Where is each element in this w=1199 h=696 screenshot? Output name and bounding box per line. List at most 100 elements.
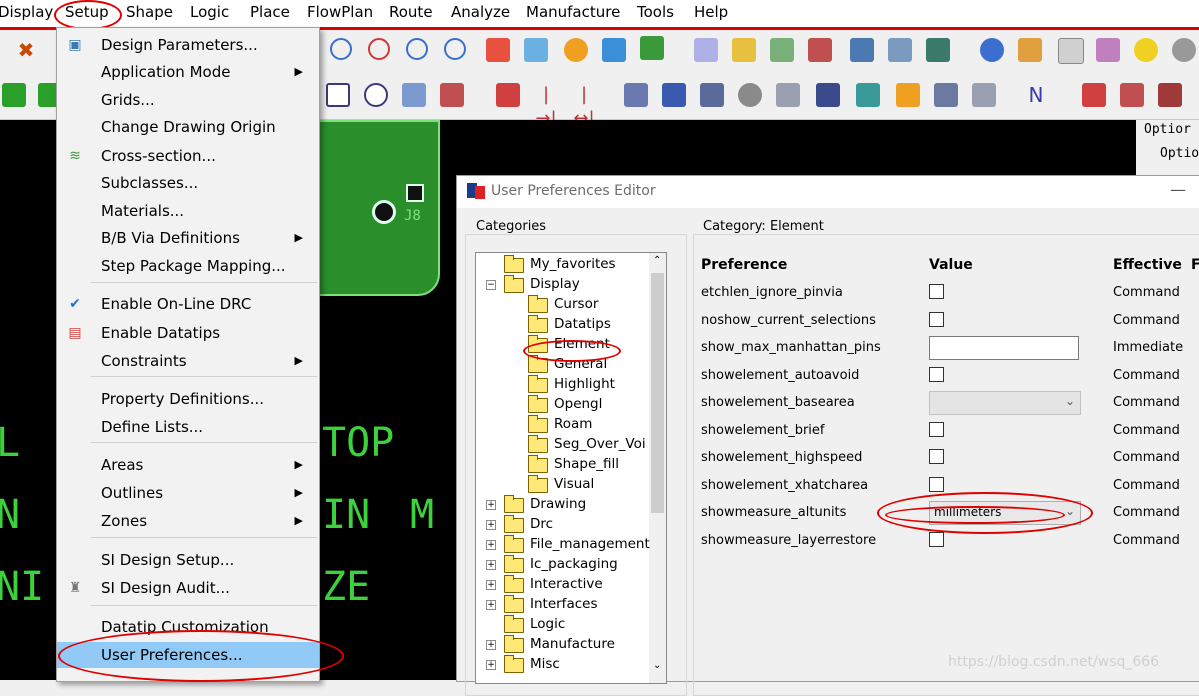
tree-node[interactable]: − Display	[476, 275, 648, 295]
tree-scrollbar[interactable]: ⌃ ⌄	[649, 253, 666, 683]
setup-menu-item[interactable]: Property Definitions...	[57, 386, 319, 412]
menu-place[interactable]: Place	[250, 3, 290, 21]
grid-icon[interactable]	[694, 38, 718, 62]
world-icon[interactable]	[926, 38, 950, 62]
setup-menu-item[interactable]: Datatip Customization	[57, 614, 319, 640]
info-icon[interactable]	[980, 38, 1004, 62]
tree-node[interactable]: Roam	[476, 415, 648, 435]
drill-icon[interactable]	[700, 83, 724, 107]
dehighlight-icon[interactable]	[1172, 38, 1196, 62]
menu-analyze[interactable]: Analyze	[451, 3, 510, 21]
menu-setup[interactable]: Setup	[65, 3, 109, 21]
tree-node[interactable]: + Interactive	[476, 575, 648, 595]
rectangle-shape-icon[interactable]	[326, 83, 350, 107]
matrix-icon[interactable]	[972, 83, 996, 107]
setup-menu-item[interactable]: B/B Via Definitions ▶	[57, 225, 319, 251]
menu-help[interactable]: Help	[694, 3, 728, 21]
tree-node[interactable]: My_favorites	[476, 255, 648, 275]
preference-checkbox[interactable]	[929, 476, 944, 492]
setup-menu-item[interactable]: Subclasses...	[57, 170, 319, 196]
setup-menu-item[interactable]: ▤ Enable Datatips	[57, 320, 319, 346]
rename-refdes-icon[interactable]	[776, 83, 800, 107]
menu-logic[interactable]: Logic	[190, 3, 229, 21]
shadow-icon[interactable]	[770, 38, 794, 62]
shape-merge-icon[interactable]	[440, 83, 464, 107]
show-element-icon[interactable]	[1018, 38, 1042, 62]
doc3-icon[interactable]	[1158, 83, 1182, 107]
preference-combo[interactable]: millimeters ⌄	[929, 501, 1081, 525]
preference-checkbox[interactable]	[929, 284, 944, 299]
measure-icon[interactable]	[1058, 38, 1084, 64]
menu-tools[interactable]: Tools	[637, 3, 674, 21]
dim-linear-icon[interactable]: |→|	[534, 83, 558, 129]
scroll-down-icon[interactable]: ⌄	[653, 660, 661, 671]
dim-span-icon[interactable]: |↔|	[572, 83, 596, 129]
setup-menu-item[interactable]: Change Drawing Origin	[57, 114, 319, 140]
highlight-icon[interactable]	[1134, 38, 1158, 62]
artwork-icon[interactable]	[662, 83, 686, 107]
preference-checkbox[interactable]	[929, 531, 944, 547]
signal-icon[interactable]: N	[1024, 83, 1048, 107]
zoom-in-icon[interactable]	[368, 38, 390, 60]
collapse-icon[interactable]: −	[486, 280, 496, 290]
expand-icon[interactable]: +	[486, 540, 496, 550]
layers-icon[interactable]	[808, 38, 832, 62]
menu-manufacture[interactable]: Manufacture	[526, 3, 620, 21]
setup-menu-item[interactable]: Outlines ▶	[57, 480, 319, 506]
redraw-icon[interactable]	[564, 38, 588, 62]
setup-menu-item[interactable]: Materials...	[57, 198, 319, 224]
gloss-icon[interactable]	[738, 83, 762, 107]
menu-display[interactable]: Display	[0, 3, 53, 21]
report-icon[interactable]	[816, 83, 840, 107]
preference-combo[interactable]: ⌄	[929, 391, 1081, 415]
tree-node[interactable]: + Manufacture	[476, 635, 648, 655]
dfa-icon[interactable]	[888, 38, 912, 62]
cancel-icon[interactable]: ✖	[14, 38, 38, 62]
tree-node[interactable]: + Drc	[476, 515, 648, 535]
setup-menu-item[interactable]: Step Package Mapping...	[57, 253, 319, 279]
tree-node[interactable]: Element	[476, 335, 648, 355]
tree-node[interactable]: Seg_Over_Voi	[476, 435, 648, 455]
tree-node[interactable]: Cursor	[476, 295, 648, 315]
preference-checkbox[interactable]	[929, 311, 944, 327]
tree-node[interactable]: Logic	[476, 615, 648, 635]
setup-menu-item[interactable]: Grids...	[57, 87, 319, 113]
options-tab[interactable]: Optior	[1144, 122, 1191, 137]
expand-icon[interactable]: +	[486, 580, 496, 590]
setup-menu-item[interactable]: Zones ▶	[57, 508, 319, 534]
tree-node[interactable]: Visual	[476, 475, 648, 495]
constraint-manager-icon[interactable]	[850, 38, 874, 62]
scroll-up-icon[interactable]: ⌃	[653, 255, 661, 266]
zoom-fit-icon[interactable]	[330, 38, 352, 60]
add-connect-icon[interactable]	[2, 83, 26, 107]
array-icon[interactable]	[934, 83, 958, 107]
menu-route[interactable]: Route	[389, 3, 433, 21]
dimension-icon[interactable]	[496, 83, 520, 107]
tree-node[interactable]: Datatips	[476, 315, 648, 335]
setup-menu-item[interactable]: ≋ Cross-section...	[57, 143, 319, 169]
tree-node[interactable]: General	[476, 355, 648, 375]
preference-checkbox[interactable]	[929, 366, 944, 382]
tree-node[interactable]: Shape_fill	[476, 455, 648, 475]
flip-icon[interactable]	[640, 36, 664, 60]
expand-icon[interactable]: +	[486, 560, 496, 570]
menu-shape[interactable]: Shape	[126, 3, 173, 21]
testprep-icon[interactable]	[856, 83, 880, 107]
expand-icon[interactable]: +	[486, 600, 496, 610]
design-canvas-right[interactable]	[456, 120, 1136, 175]
tree-node[interactable]: + Drawing	[476, 495, 648, 515]
expand-icon[interactable]: +	[486, 660, 496, 670]
preference-checkbox[interactable]	[929, 449, 944, 464]
probe-icon[interactable]	[896, 83, 920, 107]
zoom-world-icon[interactable]	[524, 38, 548, 62]
doc2-icon[interactable]	[1120, 83, 1144, 107]
zoom-points-icon[interactable]	[406, 38, 428, 60]
setup-menu-item[interactable]: ♜ SI Design Audit...	[57, 575, 319, 601]
preference-checkbox[interactable]	[929, 421, 944, 437]
shape-edit-icon[interactable]	[402, 83, 426, 107]
3d-view-icon[interactable]	[602, 38, 626, 62]
tree-node[interactable]: + File_management	[476, 535, 650, 555]
setup-menu-item[interactable]: Constraints ▶	[57, 348, 319, 374]
zoom-out-icon[interactable]	[444, 38, 466, 60]
tree-scrollbar-thumb[interactable]	[651, 273, 664, 513]
